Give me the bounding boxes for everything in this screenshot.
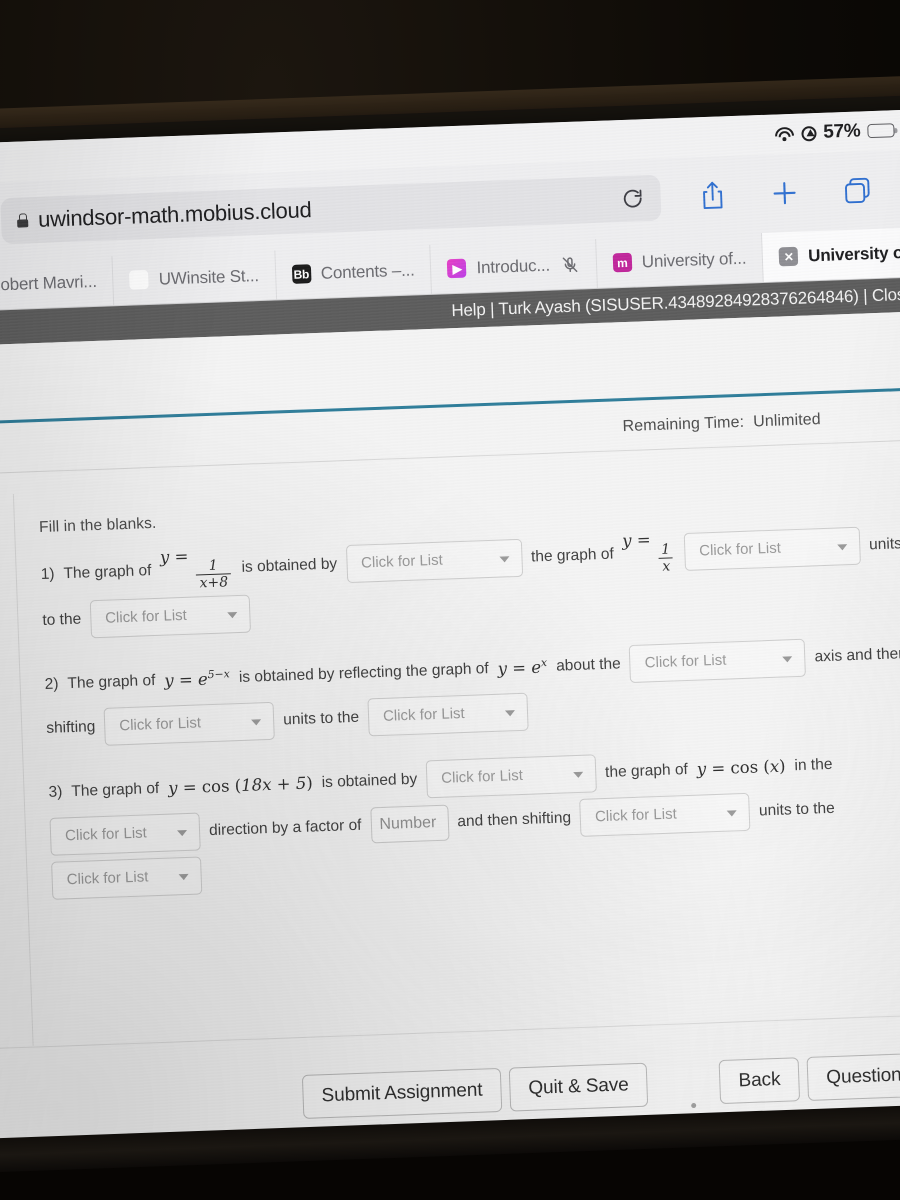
- question-3-number-input[interactable]: Number: [369, 804, 450, 844]
- question-3-dropdown-3[interactable]: Click for List: [579, 792, 751, 837]
- question-3-formula-2: y = cos (x): [696, 756, 786, 779]
- question-1: 1) The graph of y = 1 x+8 is obtained by …: [40, 520, 900, 640]
- screen-artifact: [691, 1102, 697, 1109]
- question-1-text-5: to the: [42, 610, 82, 630]
- assignment-page: Remaining Time: Unlimited Fill in the bl…: [0, 309, 900, 1154]
- question-2-formula-2: y = ex: [497, 655, 548, 679]
- question-1-text-3: the graph of: [530, 545, 615, 566]
- question-3-text-2: is obtained by: [321, 770, 418, 792]
- question-3-text-5: direction by a factor of: [208, 816, 362, 840]
- remaining-time: Remaining Time: Unlimited: [622, 411, 821, 436]
- question-1-dropdown-3[interactable]: Click for List: [89, 594, 251, 639]
- question-2-text-6: units to the: [282, 708, 360, 729]
- question-2-text-5: shifting: [45, 718, 96, 738]
- question-1-formula-1: y = 1 x+8: [160, 546, 234, 592]
- battery-icon: [867, 123, 895, 139]
- tabs-overview-icon[interactable]: [842, 175, 873, 206]
- question-3-number: 3): [48, 783, 63, 802]
- question-1-text-1: The graph of: [63, 561, 152, 582]
- tab-title: Contents –...: [320, 259, 415, 283]
- tab-title: University of: [807, 242, 900, 265]
- submit-assignment-button[interactable]: Submit Assignment: [301, 1067, 503, 1119]
- remaining-time-label: Remaining Time:: [622, 413, 745, 436]
- question-2-dropdown-1[interactable]: Click for List: [629, 638, 807, 684]
- question-menu-label: Question Menu: [825, 1063, 900, 1089]
- question-1-text-2: is obtained by: [241, 555, 338, 576]
- question-1-number: 1): [40, 565, 55, 583]
- browser-tab-university-of-active[interactable]: ✕ University of: [762, 227, 900, 282]
- question-2-text-3: about the: [555, 655, 622, 675]
- question-2: 2) The graph of y = e5−x is obtained by …: [44, 633, 900, 748]
- tablet-screen: 57% uwindsor-math.mobius.cloud Robert Ma…: [0, 107, 900, 1154]
- tab-title: University of...: [641, 248, 747, 271]
- share-icon[interactable]: [698, 179, 727, 212]
- question-3-text-7: units to the: [758, 799, 836, 820]
- question-3-text-6: and then shifting: [457, 809, 572, 831]
- stream-icon: ▶: [447, 258, 467, 279]
- plus-icon[interactable]: [770, 179, 799, 208]
- tab-title: UWinsite St...: [158, 265, 260, 289]
- question-container: Fill in the blanks. 1) The graph of y = …: [12, 460, 900, 1046]
- address-bar[interactable]: uwindsor-math.mobius.cloud: [0, 174, 662, 245]
- question-3-text-1: The graph of: [71, 780, 160, 801]
- question-3-text-4: in the: [794, 755, 833, 775]
- question-1-dropdown-1[interactable]: Click for List: [345, 538, 523, 583]
- question-2-text-2: is obtained by reflecting the graph of: [238, 660, 489, 687]
- mobius-icon: m: [612, 252, 633, 273]
- question-3-dropdown-4[interactable]: Click for List: [51, 856, 203, 900]
- question-3: 3) The graph of y = cos (18x + 5) is obt…: [48, 741, 900, 900]
- battery-percent-label: 57%: [822, 120, 861, 143]
- blackboard-icon: Bb: [291, 264, 312, 284]
- url-text: uwindsor-math.mobius.cloud: [37, 197, 312, 232]
- wifi-icon: [774, 126, 795, 142]
- question-2-formula-1: y = e5−x: [164, 667, 230, 691]
- lock-icon: [17, 213, 28, 227]
- question-1-dropdown-2[interactable]: Click for List: [683, 526, 861, 571]
- reload-icon[interactable]: [620, 186, 645, 211]
- uwindsor-icon: W: [129, 269, 150, 290]
- tab-title: Robert Mavri...: [0, 271, 98, 295]
- question-2-dropdown-2[interactable]: Click for List: [103, 701, 275, 746]
- browser-tab-contents[interactable]: Bb Contents –...: [274, 244, 433, 300]
- question-3-dropdown-1[interactable]: Click for List: [425, 754, 597, 799]
- question-2-dropdown-3[interactable]: Click for List: [367, 692, 529, 737]
- question-3-formula-1: y = cos (18x + 5): [167, 773, 314, 798]
- close-tab-icon[interactable]: ✕: [778, 246, 799, 267]
- question-2-number: 2): [44, 675, 59, 694]
- browser-tab-uwinsite[interactable]: W UWinsite St...: [112, 250, 277, 306]
- toolbar-icon-group: [698, 174, 873, 212]
- question-1-text-4: units: [868, 534, 900, 554]
- browser-tab-introduction[interactable]: ▶ Introduc...: [430, 238, 598, 294]
- browser-tab-university-of-1[interactable]: m University of...: [595, 233, 765, 288]
- question-3-text-3: the graph of: [604, 761, 689, 782]
- back-button[interactable]: Back: [718, 1057, 801, 1105]
- question-1-formula-2: y = 1x: [622, 530, 676, 575]
- tab-title: Introduc...: [476, 255, 551, 277]
- question-2-text-4: axis and then: [814, 645, 900, 666]
- location-icon: [801, 125, 817, 142]
- browser-tab-robert-mavri[interactable]: G Robert Mavri...: [0, 256, 115, 312]
- question-menu-button[interactable]: Question Menu: [806, 1050, 900, 1101]
- question-2-text-1: The graph of: [67, 672, 156, 693]
- quit-and-save-button[interactable]: Quit & Save: [508, 1062, 649, 1112]
- question-3-dropdown-2[interactable]: Click for List: [49, 812, 201, 856]
- photo-of-tablet-screen: 57% uwindsor-math.mobius.cloud Robert Ma…: [0, 0, 900, 1200]
- microphone-muted-icon[interactable]: [560, 254, 581, 275]
- remaining-time-value: Unlimited: [752, 411, 822, 431]
